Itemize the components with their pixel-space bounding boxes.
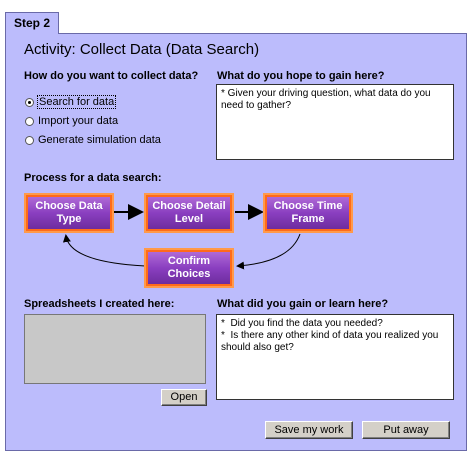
choose-data-type-button[interactable]: Choose Data Type [24, 193, 114, 233]
flow-button-label: Choose Time Frame [273, 200, 343, 225]
learn-question: What did you gain or learn here? [217, 298, 389, 310]
flow-button-label: Choose Data Type [35, 200, 103, 225]
arrow-4-to-1 [62, 234, 146, 267]
flow-button-label: Confirm Choices [167, 255, 211, 280]
save-my-work-button[interactable]: Save my work [265, 421, 353, 439]
spreadsheet-list[interactable] [24, 314, 206, 384]
learn-textarea[interactable]: * Did you find the data you needed? * Is… [216, 314, 454, 400]
flow-button-label: Choose Detail Level [152, 200, 226, 225]
arrow-3-to-4 [236, 233, 301, 270]
choose-detail-level-button[interactable]: Choose Detail Level [144, 193, 234, 233]
put-away-button[interactable]: Put away [362, 421, 450, 439]
spreadsheets-label: Spreadsheets I created here: [24, 298, 175, 310]
confirm-choices-button[interactable]: Confirm Choices [144, 248, 234, 288]
choose-time-frame-button[interactable]: Choose Time Frame [263, 193, 353, 233]
open-button[interactable]: Open [161, 389, 207, 406]
